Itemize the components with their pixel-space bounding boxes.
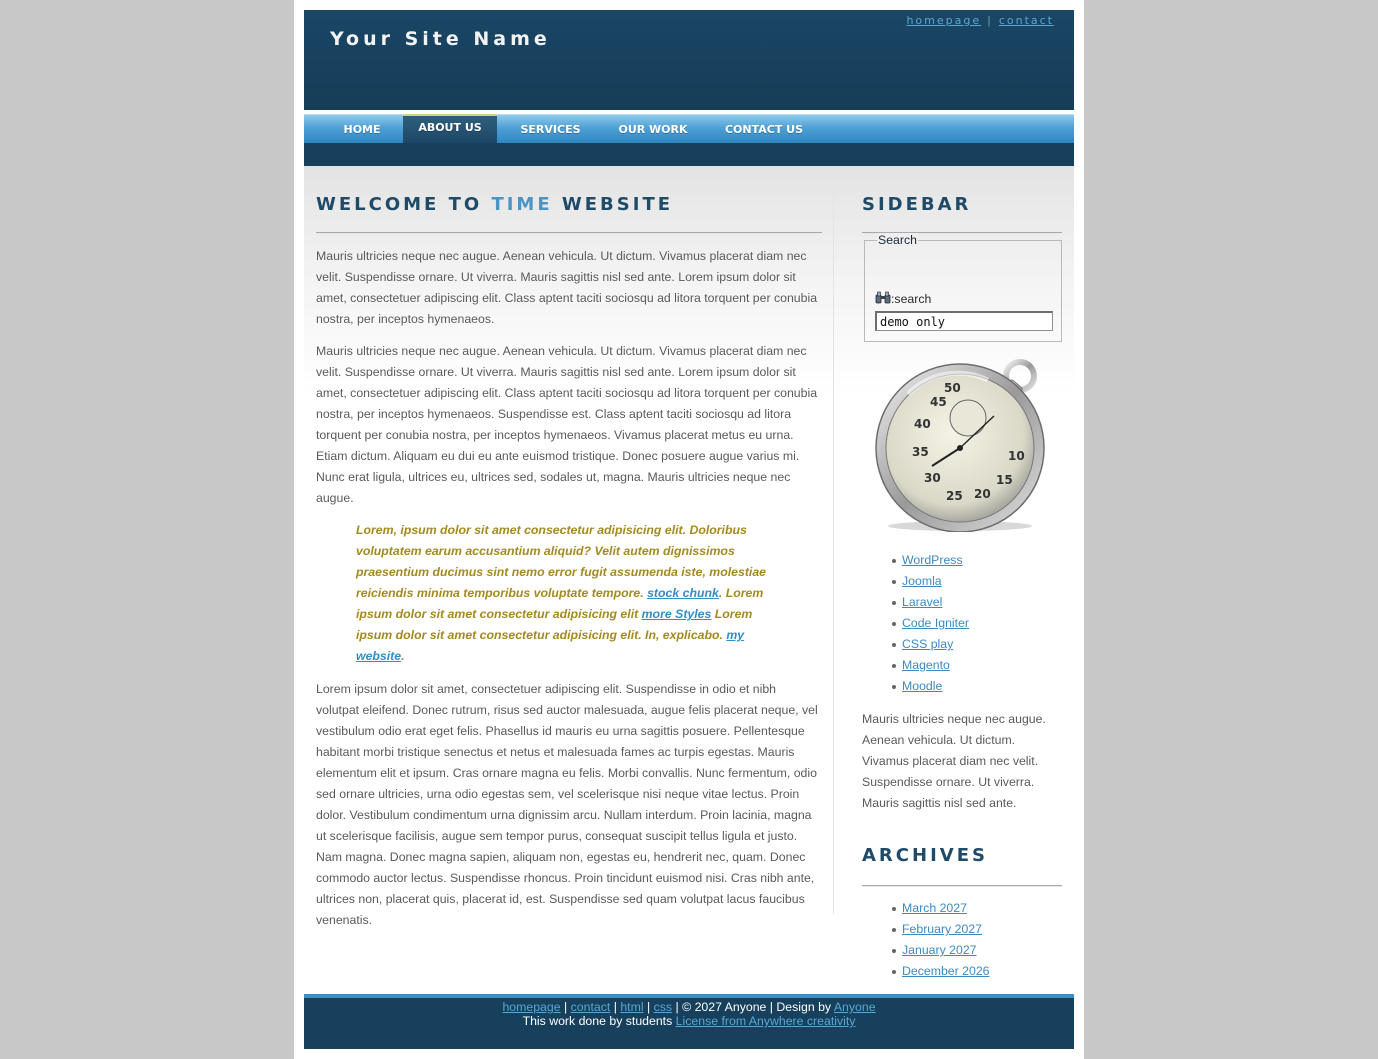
nav-home[interactable]: HOME <box>334 115 390 143</box>
quote-link-stock-chunk[interactable]: stock chunk <box>647 586 719 600</box>
footer-copyright: | © 2027 Anyone | Design by <box>675 1000 834 1014</box>
footer-separator: | <box>613 1000 617 1014</box>
svg-text:10: 10 <box>1008 449 1025 463</box>
footer-link-designer[interactable]: Anyone <box>834 1000 876 1014</box>
sidebar: SIDEBAR Search :search demo only 45 40 3… <box>862 176 1062 978</box>
page-title-pre: WELCOME TO <box>316 194 492 215</box>
search-input[interactable] <box>875 311 1053 331</box>
site-header: Your Site Name homepage | contact <box>304 10 1074 110</box>
svg-text:30: 30 <box>924 471 941 485</box>
link-moodle[interactable]: Moodle <box>902 679 942 693</box>
svg-text:40: 40 <box>914 417 931 431</box>
footer-link-contact[interactable]: contact <box>571 1000 611 1014</box>
paragraph-1: Mauris ultricies neque nec augue. Aenean… <box>316 249 818 326</box>
list-item: December 2026 <box>862 961 1062 982</box>
footer-credit-text: This work done by students <box>522 1014 676 1028</box>
link-code-igniter[interactable]: Code Igniter <box>902 616 969 630</box>
list-item: Joomla <box>862 571 1062 592</box>
footer-link-html[interactable]: html <box>620 1000 643 1014</box>
page-title-post: WEBSITE <box>552 194 674 215</box>
svg-text:35: 35 <box>912 445 929 459</box>
archive-link-february-2027[interactable]: February 2027 <box>902 922 982 936</box>
link-laravel[interactable]: Laravel <box>902 595 942 609</box>
nav-about-us[interactable]: ABOUT US <box>403 114 497 145</box>
archive-link-march-2027[interactable]: March 2027 <box>902 901 967 915</box>
paragraph-3: Lorem ipsum dolor sit amet, consectetuer… <box>316 682 818 927</box>
svg-text:15: 15 <box>996 473 1013 487</box>
page-title: WELCOME TO TIME WEBSITE <box>316 194 822 215</box>
footer-line-2: This work done by students License from … <box>304 1014 1074 1028</box>
sidebar-text: Mauris ultricies neque nec augue. Aenean… <box>862 712 1046 810</box>
list-item: WordPress <box>862 550 1062 571</box>
site-footer: homepage | contact | html | css | © 2027… <box>304 998 1074 1049</box>
paragraph-2: Mauris ultricies neque nec augue. Aenean… <box>316 344 818 505</box>
footer-separator: | <box>646 1000 651 1014</box>
site-name: Your Site Name <box>330 28 551 50</box>
list-item: CSS play <box>862 634 1062 655</box>
svg-text:25: 25 <box>946 489 963 503</box>
footer-line-1: homepage | contact | html | css | © 2027… <box>304 1000 1074 1014</box>
stopwatch-image: 45 40 35 30 25 20 15 10 50 <box>868 354 1060 533</box>
cms-link-list: WordPress Joomla Laravel Code Igniter CS… <box>862 550 1062 697</box>
page-title-highlight: TIME <box>491 194 553 215</box>
main-nav: HOME ABOUT US SERVICES OUR WORK CONTACT … <box>304 114 1074 145</box>
list-item: Laravel <box>862 592 1062 613</box>
list-item: February 2027 <box>862 919 1062 940</box>
title-rule <box>316 232 822 234</box>
svg-text:50: 50 <box>944 381 961 395</box>
search-fieldset: Search :search <box>864 233 1062 342</box>
quote-text-4: . <box>401 649 405 663</box>
binoculars-icon <box>875 291 891 307</box>
list-item: March 2027 <box>862 898 1062 919</box>
list-item: Moodle <box>862 676 1062 697</box>
quote-link-more-styles[interactable]: more Styles <box>642 607 712 621</box>
top-link-contact[interactable]: contact <box>999 14 1054 27</box>
link-wordpress[interactable]: WordPress <box>902 553 963 567</box>
search-label-text: :search <box>891 292 932 306</box>
search-label: :search <box>875 291 931 307</box>
archive-link-january-2027[interactable]: January 2027 <box>902 943 977 957</box>
svg-text:20: 20 <box>974 487 991 501</box>
nav-services[interactable]: SERVICES <box>510 115 591 143</box>
nav-contact-us[interactable]: CONTACT US <box>716 115 812 143</box>
archives-title: ARCHIVES <box>862 845 988 866</box>
link-magento[interactable]: Magento <box>902 658 950 672</box>
footer-separator: | <box>564 1000 568 1014</box>
blockquote: Lorem, ipsum dolor sit amet consectetur … <box>356 520 780 667</box>
archives-list: March 2027 February 2027 January 2027 De… <box>862 898 1062 982</box>
list-item: January 2027 <box>862 940 1062 961</box>
main-content: WELCOME TO TIME WEBSITE Mauris ultricies… <box>316 176 822 931</box>
search-legend: Search <box>877 233 918 247</box>
top-links: homepage | contact <box>906 14 1054 27</box>
nav-our-work[interactable]: OUR WORK <box>610 115 696 143</box>
footer-link-homepage[interactable]: homepage <box>502 1000 560 1014</box>
page: Your Site Name homepage | contact HOME ABO… <box>294 0 1084 1059</box>
top-link-homepage[interactable]: homepage <box>906 14 981 27</box>
nav-underbar <box>304 143 1074 166</box>
footer-link-css[interactable]: css <box>654 1000 672 1014</box>
column-divider <box>833 176 834 914</box>
list-item: Code Igniter <box>862 613 1062 634</box>
link-css-play[interactable]: CSS play <box>902 637 953 651</box>
sidebar-title: SIDEBAR <box>862 194 972 215</box>
footer-license-link[interactable]: License from Anywhere creativity <box>676 1014 856 1028</box>
list-item: Magento <box>862 655 1062 676</box>
archives-rule <box>862 885 1062 887</box>
svg-text:45: 45 <box>930 395 947 409</box>
link-joomla[interactable]: Joomla <box>902 574 942 588</box>
archive-link-december-2026[interactable]: December 2026 <box>902 964 990 978</box>
top-link-separator: | <box>987 14 993 27</box>
